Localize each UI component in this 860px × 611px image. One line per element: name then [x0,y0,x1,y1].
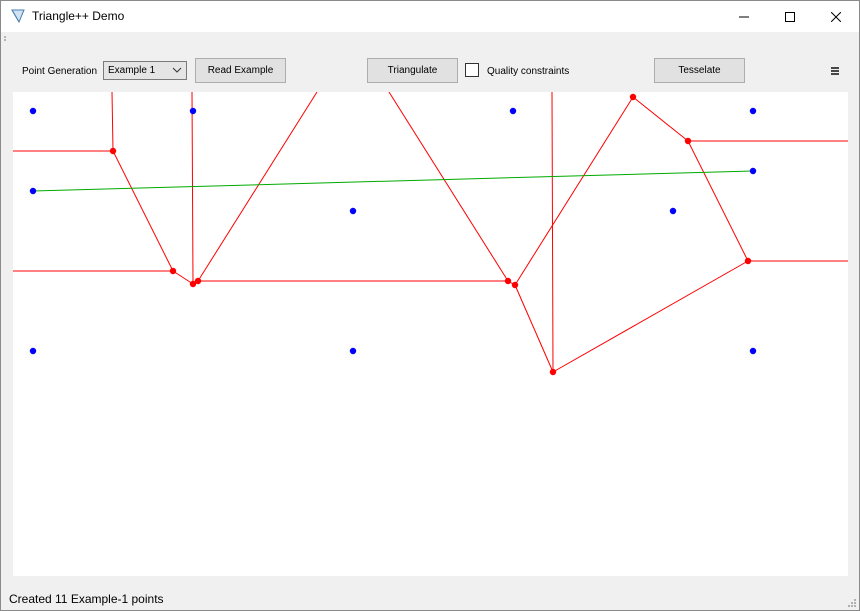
voronoi-vertex[interactable] [109,147,117,155]
point-generation-label: Point Generation [22,66,98,77]
title-bar[interactable]: Triangle++ Demo [1,1,859,32]
voronoi-edge [514,284,554,373]
triangle-app-icon [11,9,25,23]
constraint-segment [32,170,754,192]
voronoi-edge [687,140,749,262]
quality-constraints-checkbox[interactable] [465,63,479,77]
input-point[interactable] [29,107,37,115]
input-point[interactable] [749,107,757,115]
input-point[interactable] [509,107,517,115]
close-icon [831,11,841,22]
voronoi-edge [514,96,634,286]
status-message: Created 11 Example-1 points [9,592,164,606]
minimize-icon [739,16,749,17]
voronoi-vertex[interactable] [194,277,202,285]
drawing-canvas[interactable] [13,91,848,576]
voronoi-edge [388,91,509,282]
read-example-button[interactable]: Read Example [195,58,286,83]
voronoi-edge [111,91,114,152]
voronoi-edge [552,260,749,373]
app-window: Triangle++ Demo Point Generation Example… [0,0,860,611]
triangulation-drawing [13,91,848,376]
voronoi-edge [632,96,689,142]
toolbar: Point Generation Example 1 Read Example … [1,44,859,92]
input-point[interactable] [29,187,37,195]
window-title: Triangle++ Demo [32,9,125,23]
maximize-icon [785,11,795,22]
voronoi-edge [191,91,194,285]
input-point[interactable] [749,167,757,175]
status-bar: Created 11 Example-1 points [1,588,859,610]
voronoi-edge [112,150,174,272]
maximize-button[interactable] [767,1,813,32]
tesselate-button[interactable]: Tesselate [654,58,745,83]
input-point[interactable] [29,347,37,355]
voronoi-vertex[interactable] [504,277,512,285]
input-point[interactable] [349,347,357,355]
example-select[interactable]: Example 1 [103,61,187,80]
input-point[interactable] [669,207,677,215]
input-point[interactable] [349,207,357,215]
voronoi-vertex[interactable] [549,368,557,376]
input-points [29,107,757,355]
quality-constraints-label: Quality constraints [487,66,570,77]
close-button[interactable] [813,1,859,32]
voronoi-edge [197,91,318,282]
hamburger-menu-icon[interactable] [831,67,839,75]
input-point[interactable] [189,107,197,115]
voronoi-edge [551,91,554,373]
voronoi-vertex[interactable] [511,281,519,289]
voronoi-vertex[interactable] [684,137,692,145]
input-point[interactable] [749,347,757,355]
toolbar-grip [1,32,859,44]
voronoi-vertex[interactable] [629,93,637,101]
example-select-value: Example 1 [108,65,156,76]
chevron-down-icon [172,67,182,73]
resize-grip-icon[interactable] [846,597,856,607]
voronoi-vertex[interactable] [169,267,177,275]
triangulate-button[interactable]: Triangulate [367,58,458,83]
voronoi-vertices [109,93,752,376]
voronoi-edges [13,91,848,373]
voronoi-edge [172,270,194,285]
voronoi-vertex[interactable] [744,257,752,265]
minimize-button[interactable] [721,1,767,32]
